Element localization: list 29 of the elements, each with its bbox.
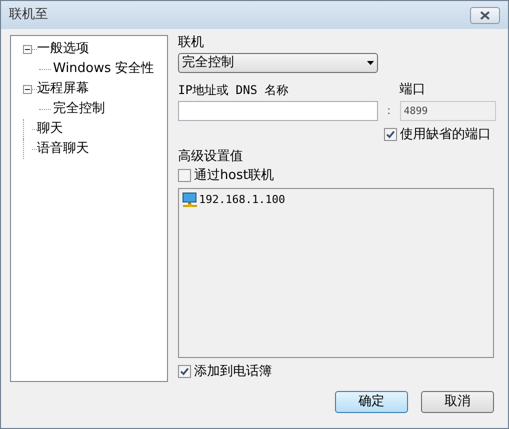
close-icon xyxy=(480,10,490,20)
connection-dropdown[interactable]: 完全控制 xyxy=(178,53,378,73)
collapse-icon[interactable] xyxy=(23,84,32,94)
checkbox[interactable] xyxy=(178,365,191,378)
tree-item[interactable]: 一般选项 xyxy=(37,39,89,59)
tree-item[interactable]: Windows 安全性 xyxy=(53,59,154,79)
tree-item[interactable]: 完全控制 xyxy=(53,99,105,119)
window-title: 联机至 xyxy=(9,6,48,24)
address-field[interactable] xyxy=(178,101,378,121)
tree-item[interactable]: 远程屏幕 xyxy=(37,79,89,99)
checkbox[interactable] xyxy=(178,168,191,182)
close-button[interactable] xyxy=(470,6,500,24)
connection-label: 联机 xyxy=(178,35,205,51)
port-label: 端口 xyxy=(400,81,427,99)
default-port-label: 使用缺省的端口 xyxy=(400,126,491,144)
advanced-label: 高级设置值 xyxy=(178,148,244,164)
via-host-label: 通过host联机 xyxy=(194,166,274,184)
checkbox[interactable] xyxy=(384,128,397,142)
computer-icon xyxy=(182,192,198,208)
dropdown-arrow-icon xyxy=(367,61,374,65)
cancel-button[interactable]: 取消 xyxy=(421,391,494,413)
tree-item[interactable]: 聊天 xyxy=(37,119,63,139)
address-label: IP地址或 DNS 名称 xyxy=(178,82,290,99)
tree-item[interactable]: 语音聊天 xyxy=(37,139,89,159)
phonebook-label: 添加到电话簿 xyxy=(194,363,272,381)
ok-button[interactable]: 确定 xyxy=(335,391,408,413)
separator-colon: : xyxy=(386,103,392,119)
host-item[interactable]: 192.168.1.100 xyxy=(199,192,286,208)
collapse-icon[interactable] xyxy=(23,44,32,54)
